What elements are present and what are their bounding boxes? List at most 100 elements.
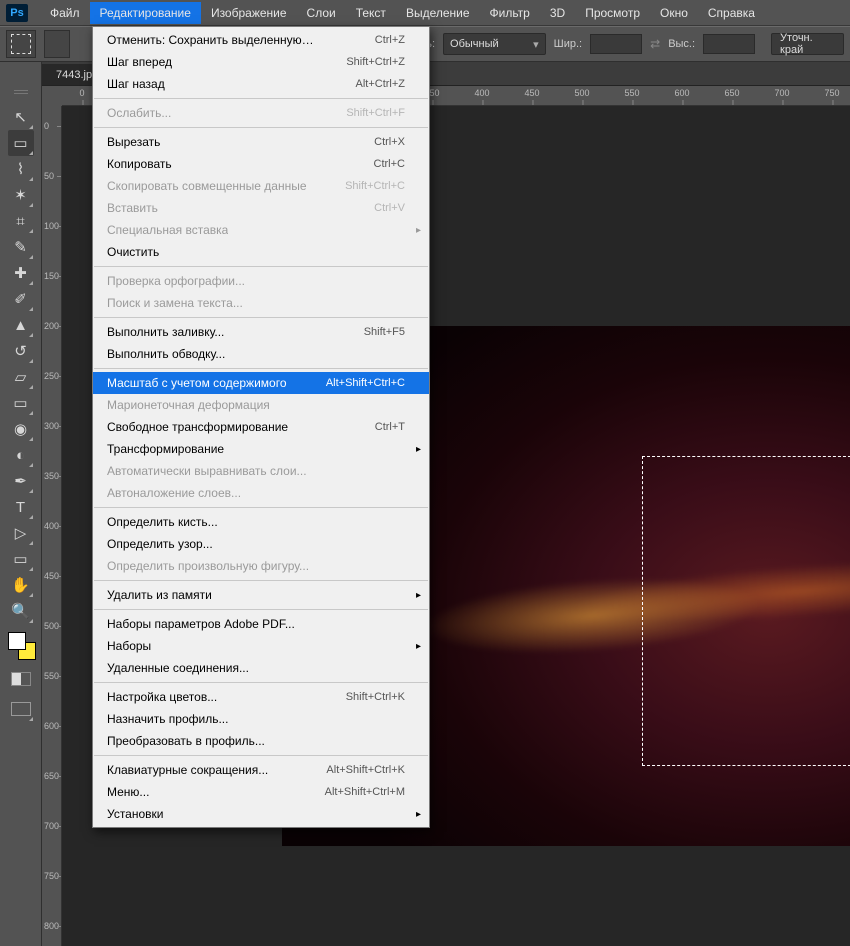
tool-brush[interactable]: ✐ (8, 286, 34, 312)
color-swatches[interactable] (6, 632, 36, 662)
menu-item-label: Специальная вставка (107, 223, 228, 237)
tool-hand[interactable]: ✋ (8, 572, 34, 598)
menu-item[interactable]: Меню... Alt+Shift+Ctrl+M (93, 781, 429, 803)
menu-item-label: Выполнить заливку... (107, 325, 224, 339)
menu-item[interactable]: Определить узор... (93, 533, 429, 555)
menu-separator (94, 266, 428, 267)
menu-item-label: Шаг назад (107, 77, 165, 91)
ruler-h-tick: 500 (574, 88, 589, 98)
tool-type[interactable]: T (8, 494, 34, 520)
menu-просмотр[interactable]: Просмотр (575, 2, 650, 24)
tool-crop[interactable]: ⌗ (8, 208, 34, 234)
swap-dimensions-icon[interactable]: ⇄ (650, 37, 660, 51)
menu-item-label: Меню... (107, 785, 149, 799)
menu-item-shortcut: Alt+Shift+Ctrl+K (326, 764, 405, 776)
tool-stamp[interactable]: ▲ (8, 312, 34, 338)
menu-item[interactable]: Удалить из памяти▸ (93, 584, 429, 606)
menu-файл[interactable]: Файл (40, 2, 90, 24)
tool-magic-wand[interactable]: ✶ (8, 182, 34, 208)
menu-item-label: Поиск и замена текста... (107, 296, 243, 310)
menu-item-label: Очистить (107, 245, 159, 259)
marquee-icon (11, 34, 31, 54)
menu-item[interactable]: Трансформирование▸ (93, 438, 429, 460)
tool-dodge[interactable]: ◐ (8, 442, 34, 468)
menu-item[interactable]: Шаг назадAlt+Ctrl+Z (93, 73, 429, 95)
menu-item: Проверка орфографии... (93, 270, 429, 292)
menu-item[interactable]: Выполнить обводку... (93, 343, 429, 365)
menu-item: Ослабить...Shift+Ctrl+F (93, 102, 429, 124)
menu-item-label: Определить узор... (107, 537, 213, 551)
quick-mask-toggle[interactable] (8, 666, 34, 692)
menu-item[interactable]: Наборы параметров Adobe PDF... (93, 613, 429, 635)
menu-item-label: Настройка цветов... (107, 690, 217, 704)
menu-item[interactable]: Свободное трансформированиеCtrl+T (93, 416, 429, 438)
tool-preset-picker[interactable] (6, 30, 36, 58)
menu-item[interactable]: Масштаб с учетом содержимогоAlt+Shift+Ct… (93, 372, 429, 394)
style-select[interactable]: Обычный (443, 33, 546, 55)
menu-item[interactable]: Удаленные соединения... (93, 657, 429, 679)
height-input[interactable] (703, 34, 755, 54)
tool-path-select[interactable]: ▷ (8, 520, 34, 546)
menu-item[interactable]: Установки▸ (93, 803, 429, 825)
menu-выделение[interactable]: Выделение (396, 2, 480, 24)
tool-shape[interactable]: ▭ (8, 546, 34, 572)
menu-item-shortcut: Ctrl+Z (375, 34, 405, 46)
tool-blur[interactable]: ◉ (8, 416, 34, 442)
options-group-icon[interactable] (44, 30, 70, 58)
menu-item[interactable]: Наборы▸ (93, 635, 429, 657)
toolbox-grip[interactable] (14, 90, 28, 94)
tool-marquee[interactable]: ▭ (8, 130, 34, 156)
menu-item[interactable]: Клавиатурные сокращения...Alt+Shift+Ctrl… (93, 759, 429, 781)
tool-eraser[interactable]: ▱ (8, 364, 34, 390)
menu-окно[interactable]: Окно (650, 2, 698, 24)
menu-текст[interactable]: Текст (346, 2, 396, 24)
menu-item[interactable]: КопироватьCtrl+C (93, 153, 429, 175)
app-logo: Ps (6, 4, 28, 22)
menu-item[interactable]: Преобразовать в профиль... (93, 730, 429, 752)
ruler-v-tick: 550 (44, 671, 62, 681)
menu-item-label: Автоналожение слоев... (107, 486, 241, 500)
menu-item-shortcut: Alt+Shift+Ctrl+C (326, 377, 405, 389)
ruler-v-tick: 150 (44, 271, 62, 281)
menu-item[interactable]: Назначить профиль... (93, 708, 429, 730)
menu-item[interactable]: Выполнить заливку...Shift+F5 (93, 321, 429, 343)
tool-zoom[interactable]: 🔍 (8, 598, 34, 624)
tool-lasso[interactable]: ⌇ (8, 156, 34, 182)
menu-слои[interactable]: Слои (297, 2, 346, 24)
ruler-v-tick: 400 (44, 521, 62, 531)
menu-справка[interactable]: Справка (698, 2, 765, 24)
edit-menu-dropdown: Отменить: Сохранить выделенную областьCt… (92, 26, 430, 828)
foreground-swatch[interactable] (8, 632, 26, 650)
menu-фильтр[interactable]: Фильтр (480, 2, 540, 24)
menu-изображение[interactable]: Изображение (201, 2, 297, 24)
tool-gradient[interactable]: ▭ (8, 390, 34, 416)
submenu-arrow-icon: ▸ (416, 590, 421, 601)
tool-pen[interactable]: ✒ (8, 468, 34, 494)
submenu-arrow-icon: ▸ (416, 809, 421, 820)
menu-item-shortcut: Ctrl+V (374, 202, 405, 214)
menu-item-label: Определить кисть... (107, 515, 218, 529)
menu-редактирование[interactable]: Редактирование (90, 2, 201, 24)
refine-edge-button[interactable]: Уточн. край (771, 33, 844, 55)
tool-eyedropper[interactable]: ✎ (8, 234, 34, 260)
width-input[interactable] (590, 34, 642, 54)
menu-item[interactable]: Очистить (93, 241, 429, 263)
menu-item-label: Автоматически выравнивать слои... (107, 464, 307, 478)
selection-marquee (642, 456, 850, 766)
menu-3d[interactable]: 3D (540, 2, 575, 24)
menu-item[interactable]: Отменить: Сохранить выделенную областьCt… (93, 29, 429, 51)
ruler-v-tick: 200 (44, 321, 62, 331)
menu-item[interactable]: Шаг впередShift+Ctrl+Z (93, 51, 429, 73)
menu-item[interactable]: Настройка цветов... Shift+Ctrl+K (93, 686, 429, 708)
menu-item-shortcut: Alt+Shift+Ctrl+M (325, 786, 405, 798)
tool-history-brush[interactable]: ↺ (8, 338, 34, 364)
menu-item-shortcut: Shift+Ctrl+F (346, 107, 405, 119)
menu-item-shortcut: Shift+Ctrl+K (346, 691, 405, 703)
screen-mode-toggle[interactable] (8, 696, 34, 722)
menu-separator (94, 127, 428, 128)
menu-item[interactable]: ВырезатьCtrl+X (93, 131, 429, 153)
menu-item-label: Трансформирование (107, 442, 224, 456)
tool-healing-brush[interactable]: ✚ (8, 260, 34, 286)
menu-item[interactable]: Определить кисть... (93, 511, 429, 533)
tool-move[interactable]: ↖ (8, 104, 34, 130)
